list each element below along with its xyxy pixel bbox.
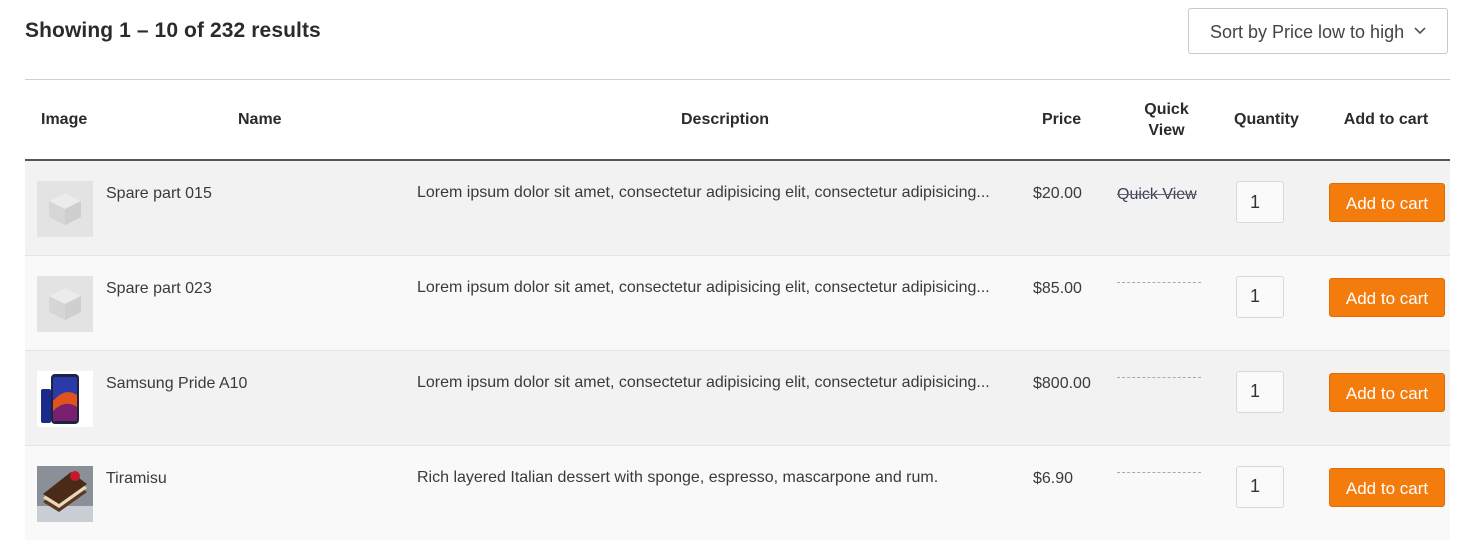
quantity-cell <box>1224 444 1322 540</box>
quantity-cell <box>1224 349 1322 445</box>
placeholder-cube-icon[interactable] <box>37 275 93 332</box>
product-name[interactable]: Spare part 015 <box>106 160 417 255</box>
product-description: Lorem ipsum dolor sit amet, consectetur … <box>417 184 990 201</box>
sort-dropdown-label: Sort by Price low to high <box>1210 22 1405 42</box>
quick-view-cell <box>1109 254 1224 350</box>
image-cell <box>25 254 106 350</box>
header-image: Image <box>25 80 106 161</box>
quick-view-link[interactable] <box>1117 376 1201 381</box>
product-description: Lorem ipsum dolor sit amet, consectetur … <box>417 349 1033 445</box>
quantity-input[interactable] <box>1236 465 1284 508</box>
product-price: $85.00 <box>1033 254 1109 350</box>
table-row: Samsung Pride A10 Lorem ipsum dolor sit … <box>25 349 1450 445</box>
header-add-to-cart: Add to cart <box>1322 80 1450 161</box>
quick-view-cell <box>1109 444 1224 540</box>
product-name[interactable]: Samsung Pride A10 <box>106 349 417 445</box>
add-to-cart-button[interactable]: Add to cart <box>1329 277 1445 317</box>
product-description: Lorem ipsum dolor sit amet, consectetur … <box>417 254 1033 350</box>
quick-view-link[interactable]: Quick View <box>1109 186 1197 204</box>
product-price: $800.00 <box>1033 349 1109 445</box>
product-price: $6.90 <box>1033 444 1109 540</box>
placeholder-cube-icon[interactable] <box>37 181 93 237</box>
add-to-cart-cell: Add to cart <box>1322 349 1450 445</box>
add-to-cart-cell: Add to cart <box>1322 254 1450 350</box>
product-name[interactable]: Spare part 023 <box>106 254 417 350</box>
quantity-cell <box>1224 160 1322 255</box>
quick-view-link[interactable] <box>1117 281 1201 286</box>
quantity-input[interactable] <box>1236 370 1284 413</box>
header-price: Price <box>1033 80 1109 161</box>
quantity-cell <box>1224 254 1322 350</box>
table-row: Spare part 015 Lorem ipsum dolor sit ame… <box>25 160 1450 255</box>
quantity-input[interactable] <box>1236 181 1284 223</box>
product-price: $20.00 <box>1033 185 1082 202</box>
image-cell <box>25 349 106 445</box>
header-quick-view-line1: Quick <box>1144 100 1189 118</box>
header-name: Name <box>106 80 417 161</box>
products-table: Image Name Description Price Quick View … <box>25 80 1450 540</box>
sort-dropdown[interactable]: Sort by Price low to high <box>1188 8 1448 54</box>
quick-view-cell: Quick View <box>1109 160 1224 255</box>
product-description: Rich layered Italian dessert with sponge… <box>417 444 1033 540</box>
image-cell <box>25 160 106 255</box>
add-to-cart-button[interactable]: Add to cart <box>1329 183 1445 222</box>
smartphone-image[interactable] <box>37 370 93 427</box>
image-cell <box>25 444 106 540</box>
add-to-cart-button[interactable]: Add to cart <box>1329 372 1445 412</box>
table-header-row: Image Name Description Price Quick View … <box>25 80 1450 161</box>
quantity-input[interactable] <box>1236 275 1284 318</box>
header-quick-view: Quick View <box>1109 80 1224 161</box>
quick-view-cell <box>1109 349 1224 445</box>
add-to-cart-cell: Add to cart <box>1322 444 1450 540</box>
dessert-image[interactable] <box>37 465 93 522</box>
header-description: Description <box>417 80 1033 161</box>
results-count: Showing 1 – 10 of 232 results <box>25 19 321 42</box>
header-quantity: Quantity <box>1224 80 1322 161</box>
header-quick-view-line2: View <box>1148 121 1185 139</box>
add-to-cart-button[interactable]: Add to cart <box>1329 467 1445 507</box>
chevron-down-icon <box>1414 27 1426 35</box>
product-name[interactable]: Tiramisu <box>106 444 417 540</box>
add-to-cart-cell: Add to cart <box>1322 160 1450 255</box>
table-row: Tiramisu Rich layered Italian dessert wi… <box>25 444 1450 540</box>
quick-view-link[interactable] <box>1117 471 1201 476</box>
table-row: Spare part 023 Lorem ipsum dolor sit ame… <box>25 254 1450 350</box>
